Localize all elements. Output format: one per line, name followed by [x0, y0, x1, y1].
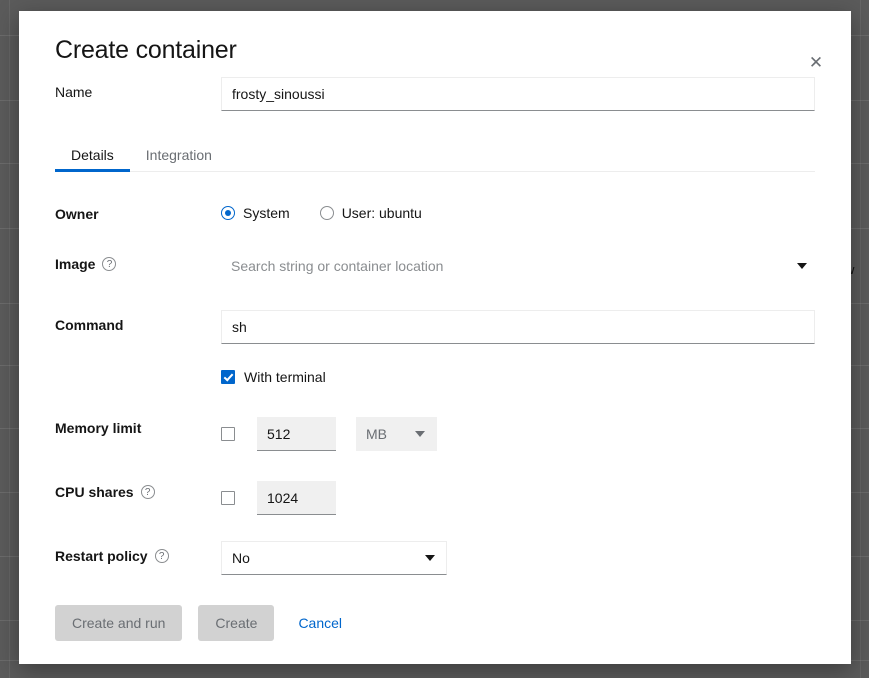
dialog-tabs: Details Integration	[55, 135, 815, 172]
with-terminal-row: With terminal	[55, 344, 815, 385]
create-button[interactable]: Create	[198, 605, 275, 641]
owner-label: Owner	[55, 206, 99, 222]
owner-radio-system[interactable]: System	[221, 205, 290, 221]
memory-limit-label: Memory limit	[55, 420, 142, 436]
command-row: Command	[55, 283, 815, 344]
tab-integration[interactable]: Integration	[130, 148, 228, 171]
help-icon[interactable]: ?	[140, 485, 155, 499]
dialog-header: Create container ✕	[19, 11, 851, 70]
with-terminal-label: With terminal	[244, 369, 326, 385]
help-icon[interactable]: ?	[154, 549, 169, 563]
help-icon[interactable]: ?	[102, 257, 117, 271]
image-label: Image ?	[55, 249, 221, 272]
chevron-down-icon[interactable]	[797, 263, 807, 269]
dialog-footer: Create and run Create Cancel	[19, 575, 851, 641]
cpu-shares-controls	[221, 477, 815, 515]
name-row: Name	[55, 61, 815, 111]
owner-radio-user[interactable]: User: ubuntu	[319, 205, 422, 221]
create-and-run-button[interactable]: Create and run	[55, 605, 183, 641]
with-terminal-checkbox[interactable]: With terminal	[221, 365, 815, 385]
with-terminal-spacer	[55, 365, 221, 372]
cpu-shares-row: CPU shares ?	[55, 451, 815, 515]
image-label-text: Image	[55, 256, 96, 272]
name-input[interactable]	[221, 77, 815, 111]
memory-limit-checkbox[interactable]	[221, 427, 235, 441]
restart-policy-row: Restart policy ? No	[55, 515, 815, 575]
radio-unselected-icon	[319, 206, 334, 220]
owner-option-label: User: ubuntu	[341, 205, 422, 221]
owner-option-label: System	[243, 205, 290, 221]
radio-selected-icon	[221, 206, 235, 220]
name-label: Name	[55, 84, 93, 100]
create-container-dialog: Create container ✕ Name Details Integrat…	[19, 11, 851, 664]
chevron-down-icon	[415, 431, 425, 437]
cpu-shares-label: CPU shares ?	[55, 477, 221, 500]
restart-policy-label: Restart policy ?	[55, 541, 221, 564]
close-icon[interactable]: ✕	[801, 47, 831, 77]
page-title: Create container	[55, 36, 237, 64]
cpu-shares-checkbox[interactable]	[221, 491, 235, 505]
checkbox-checked-icon	[221, 370, 235, 384]
chevron-down-icon	[425, 555, 435, 561]
image-typeahead	[221, 249, 815, 283]
memory-limit-controls: MB	[221, 413, 815, 451]
image-input[interactable]	[221, 249, 815, 283]
backdrop-column-divider	[9, 0, 10, 678]
memory-limit-row: Memory limit MB	[55, 385, 815, 451]
owner-radio-group: System User: ubuntu	[221, 199, 815, 221]
owner-row: Owner System User: ubuntu	[55, 172, 815, 222]
backdrop-column-divider	[860, 0, 861, 678]
tab-details[interactable]: Details	[55, 148, 130, 172]
restart-policy-value: No	[232, 550, 250, 566]
cpu-shares-label-text: CPU shares	[55, 484, 134, 500]
restart-policy-label-text: Restart policy	[55, 548, 148, 564]
memory-unit-value: MB	[366, 426, 387, 442]
cancel-button[interactable]: Cancel	[290, 615, 350, 631]
command-label: Command	[55, 317, 124, 333]
cpu-shares-input[interactable]	[257, 481, 336, 515]
command-input[interactable]	[221, 310, 815, 344]
memory-limit-input[interactable]	[257, 417, 336, 451]
memory-unit-select[interactable]: MB	[356, 417, 437, 451]
image-row: Image ?	[55, 222, 815, 283]
dialog-body: Name Details Integration Owner System	[19, 61, 851, 575]
restart-policy-select[interactable]: No	[221, 541, 447, 575]
